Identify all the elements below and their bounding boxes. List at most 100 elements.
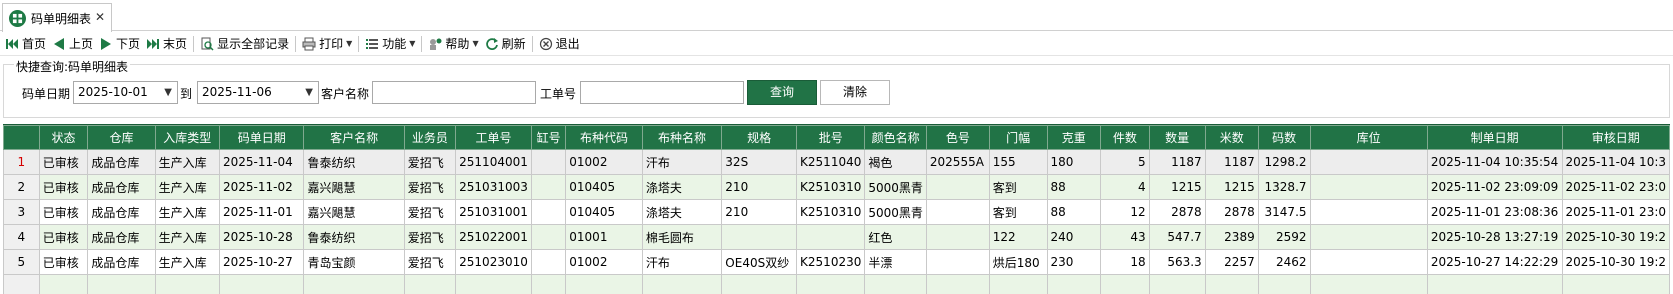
table-cell[interactable]: 2025-11-01 23:08:36 [1426, 199, 1563, 225]
table-cell[interactable] [1309, 249, 1428, 275]
table-cell[interactable]: 汗布 [641, 249, 723, 275]
table-cell[interactable]: 2257 [1204, 249, 1259, 275]
table-cell[interactable] [87, 274, 156, 294]
column-header[interactable]: 数量 [1148, 125, 1206, 150]
table-cell[interactable]: 成品仓库 [87, 224, 156, 250]
table-cell[interactable]: OE40S双纱 [721, 249, 798, 275]
table-cell[interactable] [641, 274, 723, 294]
table-row[interactable]: 3 已审核 成品仓库 生产入库 2025-11-01 嘉兴飓慧 爱招飞 251031001 01… [3, 199, 1670, 225]
table-cell[interactable]: 汗布 [641, 149, 723, 175]
table-cell[interactable]: K2510310 [796, 199, 866, 225]
table-cell[interactable]: 2025-11-02 [218, 174, 305, 200]
table-cell[interactable]: 2462 [1257, 249, 1311, 275]
column-header[interactable]: 门幅 [988, 125, 1048, 150]
table-cell[interactable]: 210 [721, 174, 798, 200]
row-number[interactable]: 3 [3, 199, 40, 225]
table-cell[interactable] [864, 274, 927, 294]
table-cell[interactable]: 2025-10-30 19:2 [1561, 249, 1670, 275]
table-cell[interactable]: 爱招飞 [403, 249, 457, 275]
query-button[interactable]: 查询 [747, 80, 817, 105]
table-cell[interactable]: 2025-10-27 [218, 249, 305, 275]
table-cell[interactable]: 01002 [565, 249, 643, 275]
column-header[interactable]: 布种名称 [641, 125, 723, 150]
table-cell[interactable]: 棉毛圆布 [641, 224, 723, 250]
table-cell[interactable]: 2025-10-28 [218, 224, 305, 250]
table-cell[interactable]: 客到 [988, 174, 1048, 200]
column-header[interactable]: 颜色名称 [864, 125, 927, 150]
table-cell[interactable]: 1215 [1204, 174, 1259, 200]
table-cell[interactable]: 180 [1046, 149, 1102, 175]
table-cell[interactable]: 涤塔夫 [641, 199, 723, 225]
last-page-button[interactable]: 末页 [143, 33, 190, 55]
table-cell[interactable]: 1215 [1148, 174, 1206, 200]
table-cell[interactable]: 88 [1046, 174, 1102, 200]
table-cell[interactable]: K2510310 [796, 174, 866, 200]
table-cell[interactable]: 生产入库 [154, 149, 220, 175]
column-header[interactable]: 客户名称 [303, 125, 405, 150]
table-cell[interactable] [1148, 274, 1206, 294]
table-cell[interactable] [925, 249, 990, 275]
table-cell[interactable]: 2025-10-30 19:2 [1561, 224, 1670, 250]
table-cell[interactable]: 生产入库 [154, 249, 220, 275]
table-cell[interactable] [403, 274, 457, 294]
table-cell[interactable]: 010405 [565, 199, 643, 225]
table-cell[interactable]: 122 [988, 224, 1048, 250]
table-cell[interactable]: 红色 [864, 224, 927, 250]
next-page-button[interactable]: 下页 [96, 33, 143, 55]
table-cell[interactable] [988, 274, 1048, 294]
table-cell[interactable]: 生产入库 [154, 199, 220, 225]
table-cell[interactable]: 2025-11-02 23:0 [1561, 174, 1670, 200]
table-cell[interactable]: 2025-11-01 [218, 199, 305, 225]
table-cell[interactable]: 生产入库 [154, 224, 220, 250]
show-all-button[interactable]: 显示全部记录 [197, 33, 292, 55]
table-cell[interactable]: 2025-11-01 23:0 [1561, 199, 1670, 225]
table-cell[interactable] [303, 274, 405, 294]
table-cell[interactable] [721, 274, 798, 294]
table-cell[interactable]: 12 [1100, 199, 1150, 225]
table-cell[interactable] [218, 274, 305, 294]
table-cell[interactable] [1309, 274, 1428, 294]
table-cell[interactable] [1204, 274, 1259, 294]
table-cell[interactable] [721, 224, 798, 250]
table-cell[interactable]: 2878 [1204, 199, 1259, 225]
print-button[interactable]: 打印 ▼ [299, 33, 355, 55]
table-cell[interactable]: 嘉兴飓慧 [303, 174, 405, 200]
table-cell[interactable]: 88 [1046, 199, 1102, 225]
table-cell[interactable]: 成品仓库 [87, 249, 156, 275]
date-to-picker[interactable]: 2025-11-06 ▼ [197, 81, 319, 104]
table-cell[interactable]: 5000黑青 [864, 174, 927, 200]
table-cell[interactable]: 客到 [988, 199, 1048, 225]
table-cell[interactable]: 2592 [1257, 224, 1311, 250]
table-cell[interactable]: 210 [721, 199, 798, 225]
table-cell[interactable]: 1328.7 [1257, 174, 1311, 200]
column-header[interactable]: 入库类型 [154, 125, 220, 150]
column-header[interactable]: 米数 [1204, 125, 1259, 150]
column-header[interactable]: 码单日期 [218, 125, 305, 150]
first-page-button[interactable]: 首页 [2, 33, 49, 55]
table-cell[interactable]: 547.7 [1148, 224, 1206, 250]
table-cell[interactable]: 已审核 [38, 174, 89, 200]
table-cell[interactable] [925, 224, 990, 250]
table-cell[interactable] [1257, 274, 1311, 294]
exit-button[interactable]: 退出 [536, 33, 583, 55]
column-header[interactable]: 业务员 [403, 125, 457, 150]
clear-button[interactable]: 清除 [820, 80, 890, 105]
table-cell[interactable] [925, 174, 990, 200]
table-cell[interactable]: 成品仓库 [87, 174, 156, 200]
table-cell[interactable]: 251031001 [455, 199, 532, 225]
prev-page-button[interactable]: 上页 [49, 33, 96, 55]
table-cell[interactable]: 4 [1100, 174, 1150, 200]
table-cell[interactable] [530, 149, 567, 175]
table-cell[interactable]: 嘉兴飓慧 [303, 199, 405, 225]
column-header[interactable]: 审核日期 [1561, 125, 1670, 150]
column-header[interactable]: 缸号 [530, 125, 567, 150]
row-number[interactable]: 5 [3, 249, 40, 275]
table-cell[interactable]: 5000黑青 [864, 199, 927, 225]
functions-button[interactable]: 功能 ▼ [362, 33, 418, 55]
table-cell[interactable]: 251023010 [455, 249, 532, 275]
table-cell[interactable]: 生产入库 [154, 174, 220, 200]
table-cell[interactable] [455, 274, 532, 294]
tab-code-list[interactable]: 码单明细表 ✕ [2, 3, 112, 32]
table-row[interactable] [3, 274, 1670, 294]
table-cell[interactable]: 爱招飞 [403, 224, 457, 250]
